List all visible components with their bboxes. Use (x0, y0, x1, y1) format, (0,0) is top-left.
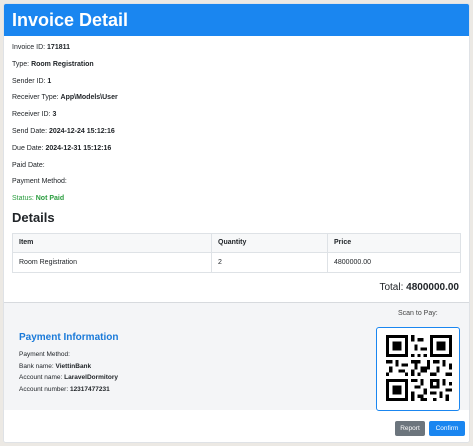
payment-method-line: Payment Method: (19, 351, 70, 358)
payment-details: Payment Method: Bank name: ViettinBank A… (19, 349, 118, 395)
invoice-id-value: 171811 (47, 44, 71, 51)
column-header-quantity: Quantity (211, 232, 328, 253)
sender-row: Sender ID: 1 (12, 77, 52, 85)
qr-code-icon (386, 335, 452, 401)
payment-section: Scan to Pay: Payment Information Payment… (4, 303, 469, 411)
confirm-button[interactable]: Confirm (429, 421, 465, 436)
invoice-card: Invoice Detail Invoice ID: 171811 Type: … (3, 3, 470, 443)
details-table: Item Quantity Price Room Registration 2 … (12, 232, 461, 273)
due-date-row: Due Date: 2024-12-31 15:12:16 (12, 144, 112, 152)
column-header-item: Item (12, 232, 212, 253)
bank-name-line: Bank name: ViettinBank (19, 362, 92, 370)
page-title: Invoice Detail (12, 10, 129, 30)
scan-label: Scan to Pay: (398, 310, 438, 317)
type-row: Type: Room Registration (12, 60, 94, 68)
table-header-row: Item Quantity Price (12, 232, 461, 253)
invoice-info: Invoice ID: 171811 Type: Room Registrati… (4, 36, 469, 296)
receiver-row: Receiver ID: 3 (12, 111, 57, 119)
status-badge: Not Paid (35, 195, 65, 203)
invoice-header: Invoice Detail (4, 4, 469, 36)
type-value: Room Registration (31, 60, 94, 68)
total-line: Total: 4800000.00 (379, 281, 459, 293)
send-date-value: 2024-12-24 15:12:16 (48, 127, 115, 135)
due-date-value: 2024-12-31 15:12:16 (45, 144, 112, 152)
column-header-price: Price (327, 232, 461, 253)
account-number-value: 12317477231 (69, 385, 110, 393)
account-name-line: Account name: LaravelDormitory (19, 374, 118, 381)
account-number-line: Account number: 12317477231 (19, 385, 110, 393)
qr-code-frame (376, 327, 460, 411)
sender-value: 1 (47, 77, 52, 85)
report-button[interactable]: Report (395, 421, 425, 436)
receiver-value: 3 (52, 111, 57, 119)
cell-quantity: 2 (211, 251, 328, 273)
cell-item: Room Registration (12, 251, 212, 273)
total-value: 4800000.00 (406, 281, 459, 293)
payment-title: Payment Information (19, 332, 119, 343)
details-title: Details (12, 209, 55, 225)
status-row: Status: Not Paid (12, 195, 65, 203)
invoice-id-row: Invoice ID: 171811 (12, 44, 71, 51)
table-row: Room Registration 2 4800000.00 (12, 251, 461, 273)
cell-price: 4800000.00 (327, 251, 461, 273)
send-date-row: Send Date: 2024-12-24 15:12:16 (12, 127, 115, 135)
receiver-type-row: Receiver Type: App\Models\User (12, 94, 118, 102)
action-footer: Report Confirm (4, 416, 469, 442)
account-name-value: LaravelDormitory (64, 374, 118, 381)
payment-method-row: Payment Method: (12, 178, 67, 186)
paid-date-row: Paid Date: (12, 161, 45, 169)
bank-name-value: ViettinBank (55, 362, 92, 370)
receiver-type-value: App\Models\User (60, 94, 118, 102)
